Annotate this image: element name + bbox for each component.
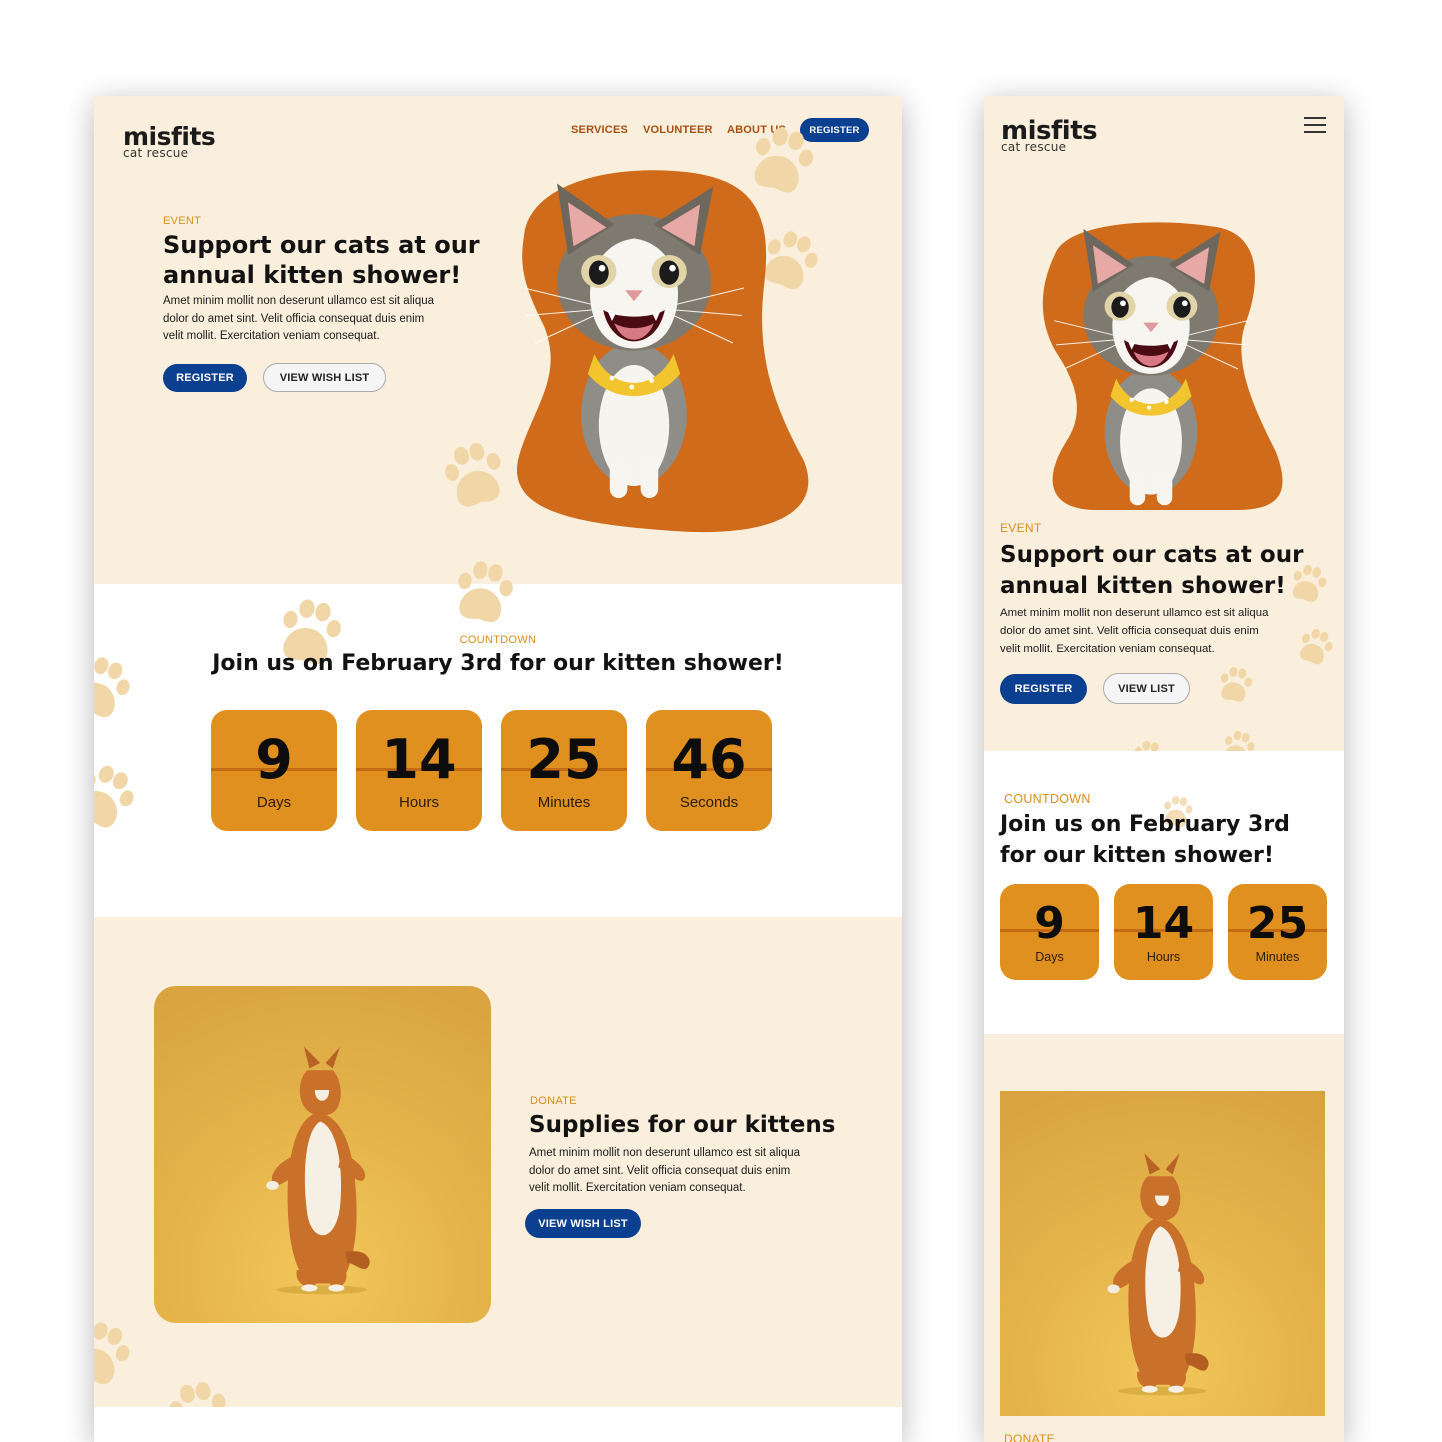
desktop-page: misfits cat rescue SERVICES VOLUNTEER AB…: [94, 96, 902, 1442]
hero-body-line: velit mollit. Exercitation veniam conseq…: [163, 330, 380, 342]
mobile-page: misfits cat rescue EVENT Support our cat…: [984, 96, 1344, 1442]
hero-body-line: dolor do amet sint. Velit officia conseq…: [163, 312, 425, 325]
mobile-countdown-days-label: Days: [1035, 950, 1064, 964]
mobile-logo[interactable]: misfits cat rescue: [1001, 118, 1098, 153]
nav-services-link[interactable]: SERVICES: [571, 124, 628, 136]
countdown-days-value: 9: [255, 728, 293, 791]
mobile-countdown-title-line: Join us on February 3rd: [1000, 812, 1290, 837]
mobile-countdown-title: Join us on February 3rd for our kitten s…: [1000, 809, 1290, 871]
hero-title-line: annual kitten shower!: [163, 261, 462, 289]
donate-body: Amet minim mollit non deserunt ullamco e…: [529, 1145, 800, 1198]
mobile-countdown-minutes-value: 25: [1246, 898, 1309, 949]
nav-about-link[interactable]: ABOUT US: [727, 124, 786, 136]
mobile-countdown-minutes-label: Minutes: [1255, 950, 1300, 964]
hero-register-button[interactable]: REGISTER: [163, 364, 247, 392]
donate-title: Supplies for our kittens: [529, 1112, 836, 1138]
mobile-countdown-hours-value: 14: [1132, 898, 1195, 949]
countdown-minutes-label: Minutes: [537, 794, 591, 811]
countdown-minutes-tile: 25 Minutes: [501, 710, 627, 831]
paw-print-icon: [1213, 663, 1257, 707]
countdown-hours-tile: 14 Hours: [356, 710, 482, 831]
countdown-hours-label: Hours: [398, 794, 439, 811]
countdown-days-tile: 9 Days: [211, 710, 337, 831]
paw-print-icon: [1291, 623, 1340, 672]
countdown-title: Join us on February 3rd for our kitten s…: [212, 651, 784, 676]
countdown-days-label: Days: [256, 794, 292, 811]
mobile-donate-eyebrow: DONATE: [1004, 1432, 1055, 1442]
paw-print-icon: [94, 1312, 141, 1397]
donate-body-line: Amet minim mollit non deserunt ullamco e…: [529, 1147, 801, 1159]
mobile-hero-body: Amet minim mollit non deserunt ullamco e…: [1000, 604, 1268, 658]
donate-body-line: velit mollit. Exercitation veniam conseq…: [529, 1182, 746, 1194]
hero-cat-photo: [519, 178, 749, 508]
mobile-view-list-button[interactable]: VIEW LIST: [1103, 673, 1190, 704]
hamburger-menu-icon[interactable]: [1304, 117, 1326, 133]
mobile-countdown-days-tile: 9 Days: [1000, 884, 1099, 980]
hero-title: Support our cats at our annual kitten sh…: [163, 230, 480, 290]
hero-body: Amet minim mollit non deserunt ullamco e…: [163, 293, 434, 346]
mobile-countdown-hours-tile: 14 Hours: [1114, 884, 1213, 980]
mobile-hero-body-line: Amet minim mollit non deserunt ullamco e…: [1000, 607, 1269, 619]
countdown-hours-value: 14: [381, 728, 457, 791]
mobile-register-button[interactable]: REGISTER: [1000, 674, 1087, 704]
countdown-section: COUNTDOWN Join us on February 3rd for ou…: [94, 584, 902, 917]
hero-eyebrow: EVENT: [163, 215, 202, 227]
mobile-donate-section: DONATE: [984, 1034, 1344, 1442]
mobile-countdown-section: COUNTDOWN Join us on February 3rd for ou…: [984, 751, 1344, 1034]
donate-section: DONATE Supplies for our kittens Amet min…: [94, 917, 902, 1407]
logo[interactable]: misfits cat rescue: [123, 124, 216, 159]
countdown-seconds-value: 46: [671, 728, 747, 791]
mobile-hero-title-line: annual kitten shower!: [1000, 573, 1286, 599]
hero-body-line: Amet minim mollit non deserunt ullamco e…: [163, 295, 435, 307]
mobile-countdown-eyebrow: COUNTDOWN: [1004, 792, 1091, 806]
countdown-eyebrow: COUNTDOWN: [459, 634, 537, 646]
hero-section: misfits cat rescue SERVICES VOLUNTEER AB…: [94, 96, 902, 584]
mobile-countdown-title-line: for our kitten shower!: [1000, 843, 1274, 868]
mobile-hero-title-line: Support our cats at our: [1000, 542, 1304, 568]
mobile-countdown-minutes-tile: 25 Minutes: [1228, 884, 1327, 980]
mobile-hero-eyebrow: EVENT: [1000, 521, 1042, 535]
paw-print-icon: [94, 753, 147, 841]
mobile-donate-cat-photo: [1000, 1091, 1325, 1416]
nav-volunteer-link[interactable]: VOLUNTEER: [643, 124, 713, 136]
donate-cat-photo: [154, 986, 491, 1323]
countdown-minutes-value: 25: [526, 728, 602, 791]
mobile-countdown-hours-label: Hours: [1146, 950, 1181, 964]
mobile-countdown-days-value: 9: [1034, 898, 1065, 949]
mobile-hero-title: Support our cats at our annual kitten sh…: [1000, 540, 1303, 602]
countdown-seconds-tile: 46 Seconds: [646, 710, 772, 831]
hero-title-line: Support our cats at our: [163, 231, 480, 259]
countdown-seconds-label: Seconds: [679, 794, 739, 811]
donate-body-line: dolor do amet sint. Velit officia conseq…: [529, 1164, 791, 1177]
hero-wish-list-button[interactable]: VIEW WISH LIST: [263, 363, 386, 392]
nav-register-button[interactable]: REGISTER: [800, 118, 869, 142]
next-section: [94, 1407, 902, 1442]
donate-wish-list-button[interactable]: VIEW WISH LIST: [525, 1209, 641, 1238]
mobile-hero-cat-photo: [1036, 224, 1266, 514]
mobile-hero-body-line: velit mollit. Exercitation veniam conseq…: [1000, 643, 1215, 655]
donate-eyebrow: DONATE: [530, 1095, 577, 1107]
mobile-hero-body-line: dolor do amet sint. Velit officia conseq…: [1000, 625, 1259, 637]
mobile-hero-section: misfits cat rescue EVENT Support our cat…: [984, 96, 1344, 751]
